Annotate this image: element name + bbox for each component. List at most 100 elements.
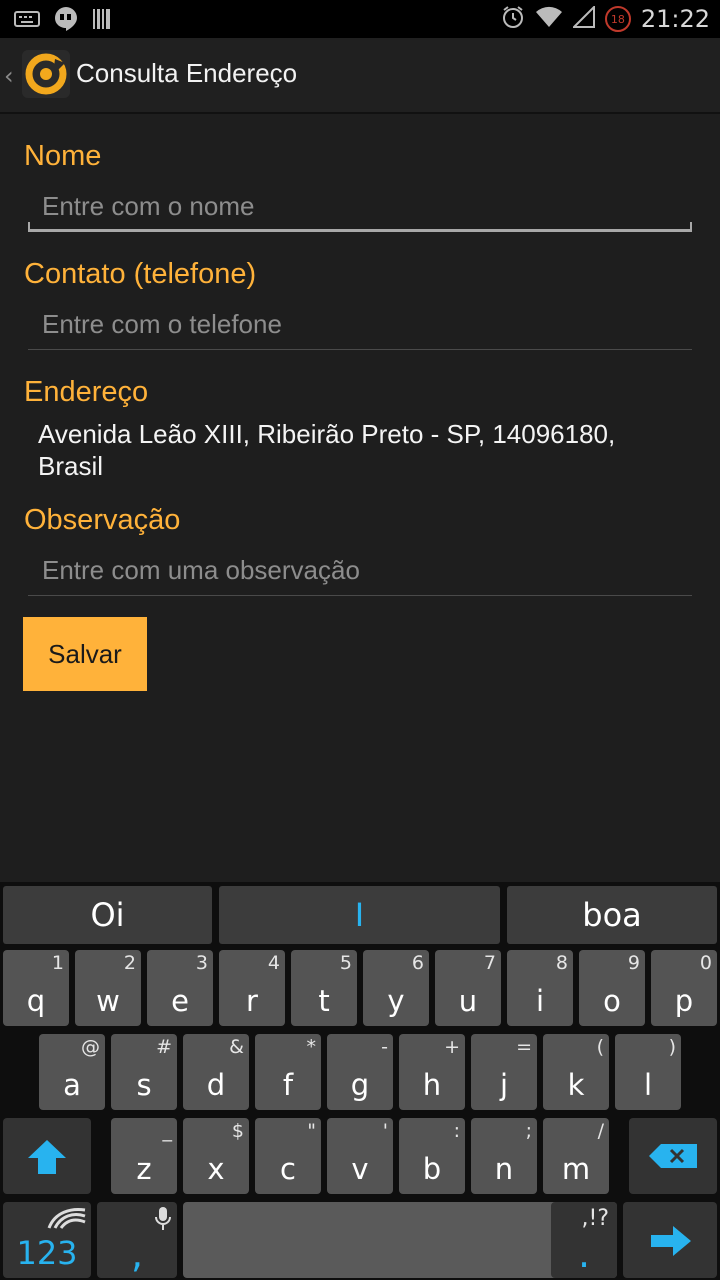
period-key-sub: ,!?: [581, 1206, 610, 1231]
suggestion-right[interactable]: boa: [507, 886, 717, 944]
observacao-label: Observação: [24, 504, 181, 536]
key-h[interactable]: + h: [399, 1034, 465, 1110]
key-n[interactable]: ; n: [471, 1118, 537, 1194]
status-bar: 18 21:22: [0, 0, 720, 38]
key-label: o: [603, 984, 621, 1018]
key-label: p: [674, 984, 694, 1018]
key-label: u: [458, 984, 478, 1018]
key-q[interactable]: 1q: [3, 950, 69, 1026]
swiftkey-logo-icon: [47, 1208, 86, 1229]
key-label: h: [422, 1068, 442, 1102]
key-m[interactable]: / m: [543, 1118, 609, 1194]
key-label: n: [494, 1152, 514, 1186]
key-sub-label: /: [597, 1120, 604, 1142]
key-o[interactable]: 9o: [579, 950, 645, 1026]
comma-key-label: ,: [130, 1232, 144, 1276]
key-c[interactable]: " c: [255, 1118, 321, 1194]
key-t[interactable]: 5t: [291, 950, 357, 1026]
key-e[interactable]: 3e: [147, 950, 213, 1026]
key-sub-label: ': [382, 1120, 388, 1142]
status-time: 21:22: [640, 5, 710, 33]
key-w[interactable]: 2w: [75, 950, 141, 1026]
comma-key[interactable]: ,: [97, 1202, 177, 1278]
key-label: f: [282, 1068, 294, 1102]
contato-underline: [28, 349, 692, 350]
notification-badge: 18: [604, 6, 631, 32]
nome-label: Nome: [24, 140, 102, 172]
key-v[interactable]: ' v: [327, 1118, 393, 1194]
key-j[interactable]: = j: [471, 1034, 537, 1110]
key-sub-label: 7: [483, 952, 496, 974]
backspace-key[interactable]: [629, 1118, 717, 1194]
key-sub-label: #: [156, 1036, 172, 1058]
key-label: c: [280, 1152, 296, 1186]
enter-key[interactable]: [623, 1202, 717, 1278]
key-sub-label: (: [596, 1036, 604, 1058]
key-f[interactable]: * f: [255, 1034, 321, 1110]
endereco-value: Avenida Leão XIII, Ribeirão Preto - SP, …: [38, 418, 688, 482]
key-k[interactable]: (k: [543, 1034, 609, 1110]
key-sub-label: -: [381, 1036, 388, 1058]
suggestion-center[interactable]: I: [219, 886, 500, 944]
microphone-icon: [155, 1207, 171, 1230]
nome-underline: [28, 222, 692, 232]
key-label: i: [535, 984, 545, 1018]
key-label: e: [171, 984, 189, 1018]
key-sub-label: &: [229, 1036, 244, 1058]
key-sub-label: 9: [627, 952, 640, 974]
key-s[interactable]: # s: [111, 1034, 177, 1110]
key-sub-label: ": [307, 1120, 316, 1142]
observacao-underline: [28, 595, 692, 596]
contato-label: Contato (telefone): [24, 258, 257, 290]
key-label: k: [567, 1068, 585, 1102]
nome-input[interactable]: [28, 184, 692, 228]
key-i[interactable]: 8i: [507, 950, 573, 1026]
status-right-icons: 18 21:22: [501, 0, 710, 38]
period-key-label: .: [577, 1232, 591, 1276]
key-label: m: [561, 1152, 591, 1186]
key-label: v: [351, 1152, 369, 1186]
contato-field[interactable]: [28, 302, 692, 350]
key-z[interactable]: _ z: [111, 1118, 177, 1194]
key-label: b: [422, 1152, 442, 1186]
suggestion-left[interactable]: Oi: [3, 886, 212, 944]
key-a[interactable]: @ a: [39, 1034, 105, 1110]
key-sub-label: 0: [699, 952, 712, 974]
key-l[interactable]: ) l: [615, 1034, 681, 1110]
page-title: Consulta Endereço: [76, 58, 298, 88]
key-sub-label: *: [306, 1036, 317, 1058]
numbers-key[interactable]: 123: [3, 1202, 91, 1278]
key-b[interactable]: :b: [399, 1118, 465, 1194]
chevron-left-icon[interactable]: ‹: [4, 62, 14, 90]
key-y[interactable]: 6y: [363, 950, 429, 1026]
shift-key[interactable]: [3, 1118, 91, 1194]
observacao-input[interactable]: [28, 548, 692, 592]
save-button[interactable]: Salvar: [23, 617, 147, 691]
observacao-field[interactable]: [28, 548, 692, 596]
key-u[interactable]: 7u: [435, 950, 501, 1026]
key-d[interactable]: & d: [183, 1034, 249, 1110]
enter-arrow-icon: [651, 1226, 691, 1256]
key-label: z: [136, 1152, 152, 1186]
key-g[interactable]: -g: [327, 1034, 393, 1110]
key-label: s: [136, 1068, 152, 1102]
telefone-input[interactable]: [28, 302, 692, 346]
app-logo-icon[interactable]: [22, 50, 70, 98]
key-sub-label: ;: [525, 1120, 532, 1142]
endereco-line-1: Avenida Leão XIII, Ribeirão Preto - SP, …: [38, 419, 616, 449]
key-p[interactable]: 0p: [651, 950, 717, 1026]
period-key[interactable]: ,!? .: [551, 1202, 617, 1278]
endereco-label: Endereço: [24, 376, 149, 408]
key-label: t: [318, 984, 330, 1018]
barcode-icon: [92, 7, 112, 35]
nome-field[interactable]: [28, 184, 692, 232]
key-sub-label: 2: [123, 952, 136, 974]
key-sub-label: _: [162, 1120, 173, 1142]
keyboard-icon: [14, 10, 40, 32]
key-r[interactable]: 4r: [219, 950, 285, 1026]
key-sub-label: ): [668, 1036, 676, 1058]
key-label: d: [206, 1068, 226, 1102]
key-sub-label: 1: [51, 952, 64, 974]
key-sub-label: $: [231, 1120, 244, 1142]
key-x[interactable]: $ x: [183, 1118, 249, 1194]
